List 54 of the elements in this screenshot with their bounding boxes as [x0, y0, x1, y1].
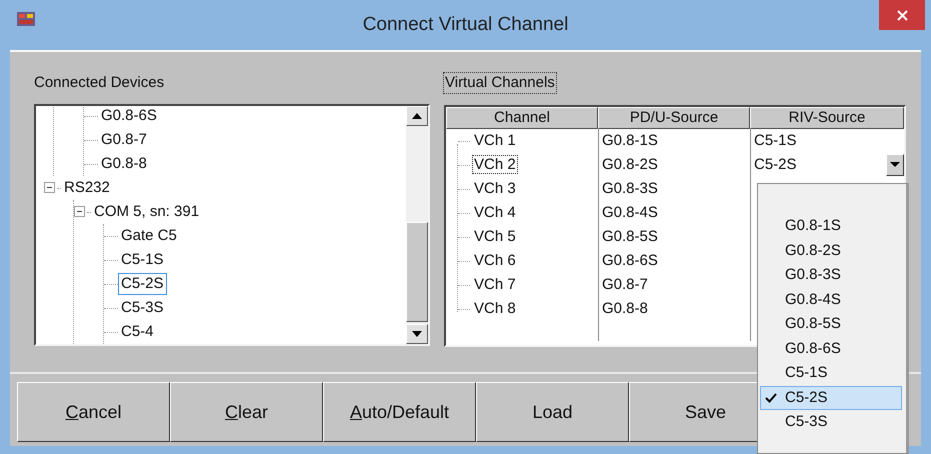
table-cell: G0.8-2S [598, 153, 750, 177]
table-cell: G0.8-4S [598, 201, 750, 225]
column-header[interactable]: RIV-Source [750, 107, 904, 129]
dialog-button[interactable]: Auto/Default [323, 382, 476, 442]
dropdown-option[interactable]: C5-2S [760, 386, 902, 410]
column-header[interactable]: Channel [446, 107, 598, 129]
table-cell: G0.8-3S [598, 177, 750, 201]
table-cell[interactable]: VCh 2 [472, 155, 518, 174]
tree-item[interactable]: C5-3S [118, 297, 167, 319]
dialog-button[interactable]: Clear [170, 382, 323, 442]
table-cell: G0.8-7 [598, 273, 750, 297]
table-cell-text: C5-2S [754, 155, 797, 175]
close-button[interactable] [879, 0, 925, 30]
tree-item[interactable]: C5-1S [118, 249, 167, 271]
dropdown-option[interactable]: G0.8-4S [760, 288, 902, 312]
scroll-thumb[interactable] [406, 222, 428, 322]
tree-item[interactable]: COM 5, sn: 391 [91, 201, 202, 223]
dropdown-button[interactable] [886, 154, 904, 176]
check-icon [765, 392, 777, 402]
table-cell: G0.8-8 [598, 297, 750, 321]
dropdown-option[interactable]: G0.8-3S [760, 263, 902, 288]
tree-item[interactable]: C5-2S [118, 273, 167, 295]
dropdown-option[interactable]: G0.8-5S [760, 312, 902, 336]
table-cell[interactable]: VCh 1 [472, 131, 518, 150]
tree-item[interactable]: G0.8-7 [98, 129, 150, 151]
dialog-button[interactable]: Load [476, 382, 629, 442]
table-cell: G0.8-6S [598, 249, 750, 273]
panel-label: Virtual Channels [444, 73, 556, 93]
dialog-button[interactable]: Cancel [17, 382, 170, 442]
dropdown-option[interactable]: G0.8-2S [760, 238, 902, 263]
tree-item[interactable]: G0.8-6S [98, 106, 160, 127]
table-cell-text: C5-1S [754, 131, 797, 151]
table-cell: G0.8-1S [598, 129, 750, 153]
scroll-down-icon[interactable] [412, 331, 422, 337]
table-cell[interactable]: VCh 4 [472, 203, 518, 222]
table-cell[interactable]: VCh 8 [472, 299, 518, 318]
table-cell[interactable]: VCh 3 [472, 179, 518, 198]
window-title: Connect Virtual Channel [362, 12, 570, 37]
tree-item[interactable]: C5-4 [118, 321, 157, 343]
tree-item[interactable]: RS232 [61, 177, 113, 199]
table-cell[interactable]: VCh 5 [472, 227, 518, 246]
table-cell[interactable]: VCh 6 [472, 251, 518, 270]
table-cell[interactable]: VCh 7 [472, 275, 518, 294]
panel-label: Connected Devices [34, 73, 164, 93]
scroll-up-icon[interactable] [412, 113, 422, 119]
column-header[interactable]: PD/U-Source [598, 107, 750, 129]
dropdown-option[interactable]: G0.8-6S [760, 336, 902, 361]
close-icon [896, 10, 908, 20]
caret-icon [890, 162, 900, 168]
tree-item[interactable]: Gate C5 [118, 225, 180, 247]
dropdown-option[interactable]: G0.8-1S [760, 214, 902, 238]
tree-item[interactable]: G0.8-8 [98, 153, 150, 175]
table-cell: G0.8-5S [598, 225, 750, 249]
scrollbar[interactable] [406, 106, 428, 344]
